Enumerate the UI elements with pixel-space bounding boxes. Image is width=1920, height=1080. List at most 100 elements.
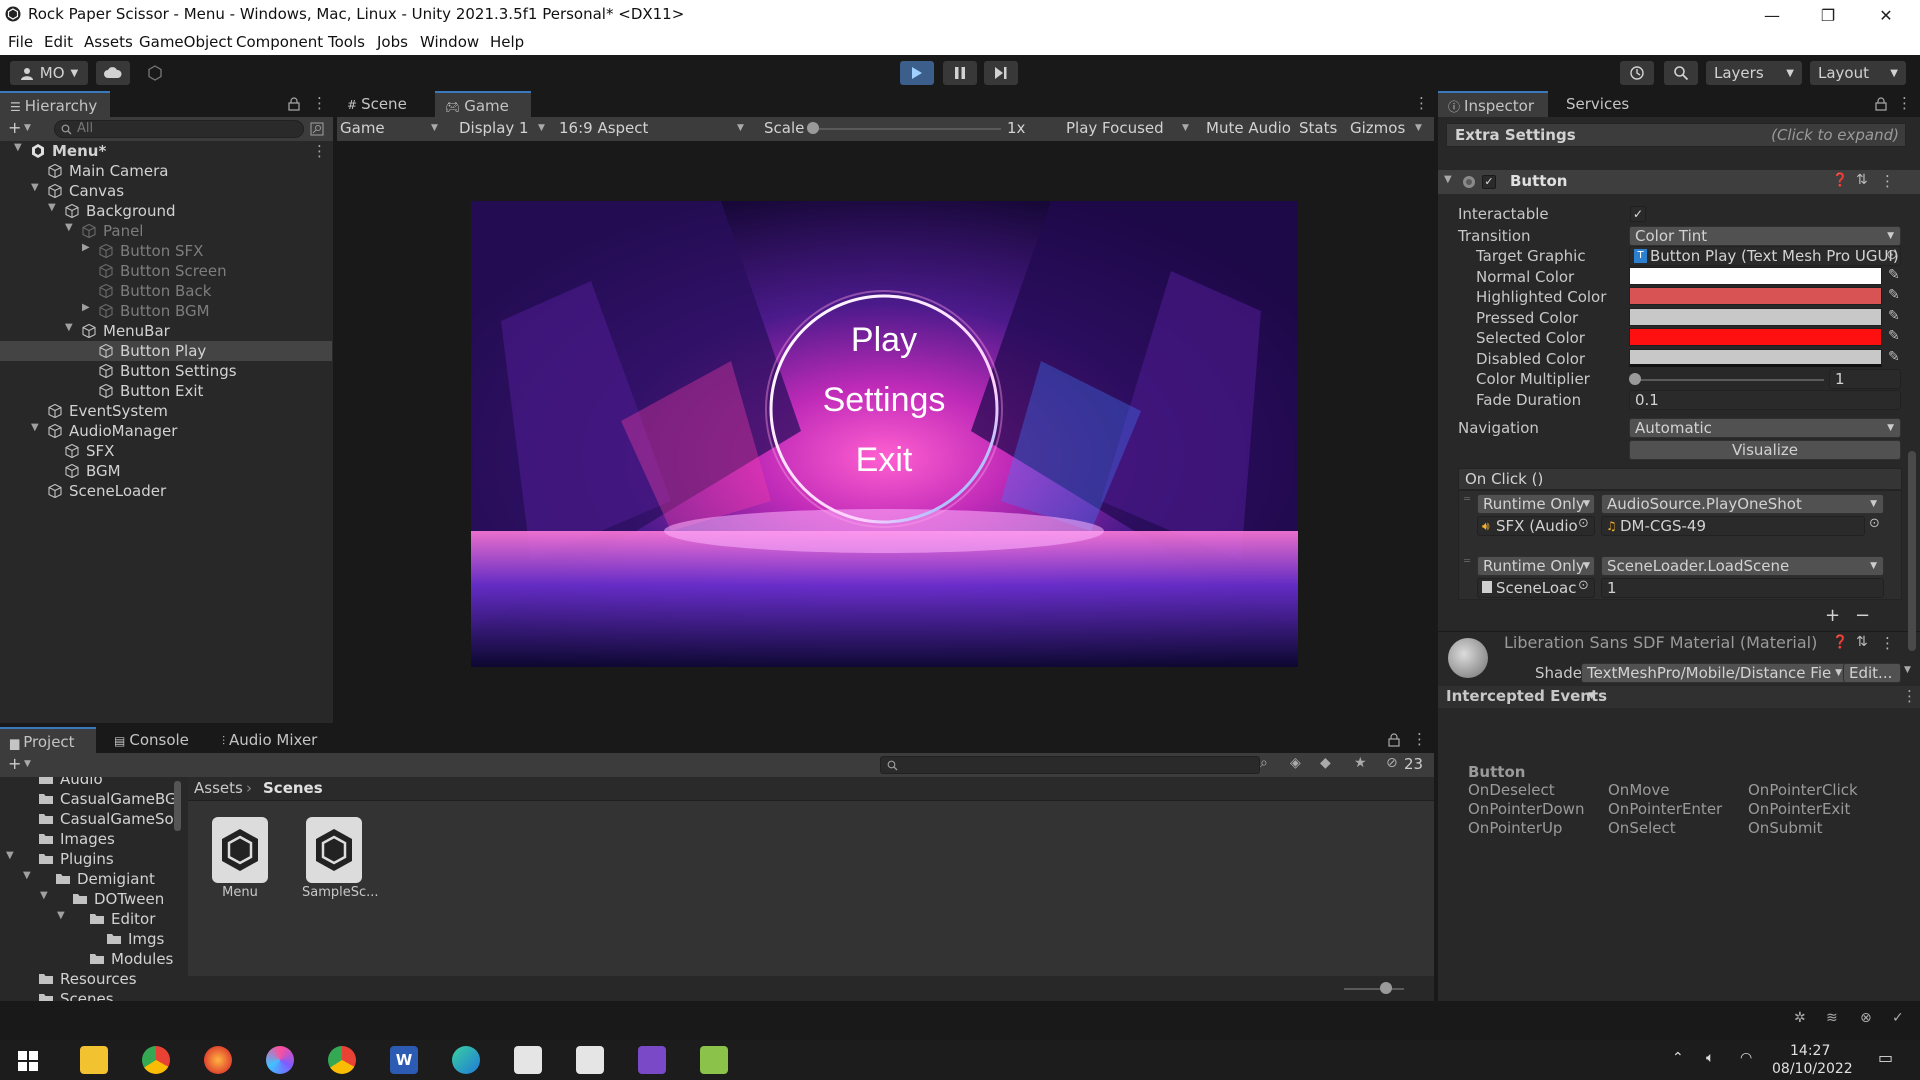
tab-project[interactable]: ▆ Project bbox=[0, 727, 96, 753]
stats-toggle[interactable]: Stats bbox=[1299, 119, 1337, 137]
edge-icon[interactable] bbox=[452, 1046, 480, 1074]
more-options-icon[interactable]: ⋮ bbox=[1414, 94, 1429, 112]
folder-item[interactable]: CasualGameBG bbox=[0, 789, 177, 809]
hierarchy-item[interactable]: ▼ Panel bbox=[0, 221, 332, 241]
function-dropdown[interactable]: SceneLoader.LoadScene ▼ bbox=[1601, 556, 1884, 576]
step-button[interactable] bbox=[984, 61, 1018, 85]
fade-duration-field[interactable]: 0.1 bbox=[1629, 390, 1901, 410]
menu-edit[interactable]: Edit bbox=[44, 33, 73, 51]
folder-tree-scrollbar[interactable] bbox=[174, 781, 181, 831]
hierarchy-item[interactable]: Button Exit bbox=[0, 381, 332, 401]
hierarchy-search-input[interactable]: All bbox=[54, 120, 304, 138]
component-enabled-checkbox[interactable]: ✓ bbox=[1482, 175, 1496, 189]
search-scope-icon[interactable]: ⌕ bbox=[1260, 755, 1268, 771]
hierarchy-item[interactable]: EventSystem bbox=[0, 401, 332, 421]
display-dropdown[interactable]: Display 1 bbox=[459, 119, 529, 137]
folder-item[interactable]: ▼ Plugins bbox=[0, 849, 172, 869]
color-multiplier-thumb[interactable] bbox=[1629, 373, 1641, 385]
scene-index-field[interactable]: 1 bbox=[1601, 578, 1884, 598]
unity-editor-icon[interactable] bbox=[576, 1046, 604, 1074]
clock-time[interactable]: 14:27 bbox=[1790, 1043, 1830, 1059]
chevron-down-icon[interactable]: ▼ bbox=[1444, 174, 1452, 185]
hierarchy-item[interactable]: ▶ Button BGM bbox=[0, 301, 332, 321]
menu-exit-button[interactable]: Exit bbox=[784, 441, 984, 501]
account-button[interactable]: MO ▼ bbox=[10, 61, 88, 85]
unity-hub-icon[interactable] bbox=[514, 1046, 542, 1074]
interactable-checkbox[interactable]: ✓ bbox=[1630, 206, 1646, 222]
check-circle-icon[interactable]: ✓ bbox=[1892, 1010, 1904, 1026]
eyedropper-icon[interactable]: ✎ bbox=[1888, 328, 1904, 344]
hierarchy-item[interactable]: ▼ Menu* ⋮ bbox=[0, 141, 332, 161]
search-scope-icon[interactable] bbox=[310, 122, 324, 136]
expand-arrow-icon[interactable]: ▼ bbox=[14, 142, 22, 153]
windows-start-icon[interactable] bbox=[18, 1051, 38, 1071]
more-options-icon[interactable]: ⋮ bbox=[1897, 94, 1912, 112]
menu-tools[interactable]: Tools bbox=[328, 33, 365, 51]
lock-icon[interactable] bbox=[288, 97, 300, 111]
lock-icon[interactable] bbox=[1875, 97, 1887, 111]
mute-audio-toggle[interactable]: Mute Audio bbox=[1206, 119, 1291, 137]
expand-arrow-icon[interactable]: ▼ bbox=[31, 182, 39, 193]
more-options-icon[interactable]: ⋮ bbox=[312, 142, 327, 160]
tab-hierarchy[interactable]: ☰ Hierarchy bbox=[0, 91, 110, 117]
expand-arrow-icon[interactable]: ▼ bbox=[23, 870, 31, 881]
eyedropper-icon[interactable]: ✎ bbox=[1888, 267, 1904, 283]
runtime-mode-dropdown[interactable]: Runtime Only ▼ bbox=[1477, 494, 1595, 514]
chevron-down-icon[interactable]: ▼ bbox=[24, 759, 31, 769]
hierarchy-item[interactable]: SceneLoader bbox=[0, 481, 332, 501]
color-multiplier-field[interactable]: 1 bbox=[1829, 369, 1901, 389]
color-multiplier-slider[interactable] bbox=[1634, 379, 1824, 381]
extra-settings-bar[interactable]: Extra Settings (Click to expand) bbox=[1446, 123, 1906, 147]
drag-handle-icon[interactable]: ═ bbox=[1464, 556, 1470, 567]
pause-button[interactable] bbox=[943, 61, 977, 85]
intercepted-events-header[interactable]: Intercepted Events ▼ ⋮ bbox=[1438, 686, 1920, 708]
folder-item[interactable]: ▼ Demigiant bbox=[0, 869, 172, 889]
folder-item[interactable]: Audio bbox=[0, 777, 172, 789]
more-options-icon[interactable]: ⋮ bbox=[312, 94, 327, 112]
chevron-down-icon[interactable]: ▼ bbox=[1415, 123, 1422, 133]
expand-arrow-icon[interactable]: ▼ bbox=[65, 322, 73, 333]
object-picker-icon[interactable]: ⊙ bbox=[1578, 578, 1589, 593]
hierarchy-item[interactable]: BGM bbox=[0, 461, 332, 481]
more-options-icon[interactable]: ⋮ bbox=[1880, 634, 1895, 652]
tab-console[interactable]: ▤ Console bbox=[104, 727, 204, 753]
shader-dropdown[interactable]: TextMeshPro/Mobile/Distance Fie ▼ bbox=[1581, 663, 1847, 683]
minimize-button[interactable]: — bbox=[1744, 0, 1800, 30]
layout-dropdown[interactable]: Layout ▼ bbox=[1810, 61, 1906, 85]
object-picker-icon[interactable]: ⊙ bbox=[1869, 516, 1880, 531]
cloud-button[interactable] bbox=[96, 61, 130, 85]
presets-icon[interactable]: ⇅ bbox=[1856, 634, 1868, 650]
visual-studio-icon[interactable] bbox=[638, 1046, 666, 1074]
transition-dropdown[interactable]: Color Tint ▼ bbox=[1629, 226, 1901, 246]
eyedropper-icon[interactable]: ✎ bbox=[1888, 349, 1904, 365]
expand-arrow-icon[interactable]: ▼ bbox=[40, 890, 48, 901]
object-picker-icon[interactable]: ⊙ bbox=[1578, 516, 1589, 531]
play-focused-dropdown[interactable]: Play Focused bbox=[1066, 119, 1164, 137]
file-explorer-icon[interactable] bbox=[80, 1046, 108, 1074]
asset-item[interactable]: SampleSc... bbox=[302, 815, 379, 907]
icon-size-slider[interactable] bbox=[1344, 988, 1404, 990]
wifi-icon[interactable]: ◠ bbox=[1740, 1050, 1752, 1066]
aspect-dropdown[interactable]: 16:9 Aspect bbox=[559, 119, 648, 137]
more-options-icon[interactable]: ⋮ bbox=[1902, 687, 1917, 705]
folder-item[interactable]: Imgs bbox=[0, 929, 172, 949]
clock-date[interactable]: 08/10/2022 bbox=[1772, 1061, 1853, 1077]
notification-icon[interactable]: ▭ bbox=[1878, 1048, 1893, 1067]
breadcrumb-assets[interactable]: Assets bbox=[194, 779, 243, 797]
folder-item[interactable]: Modules bbox=[0, 949, 173, 969]
folder-item[interactable]: CasualGameSo bbox=[0, 809, 174, 829]
chrome-icon[interactable] bbox=[142, 1046, 170, 1074]
auto-generate-icon[interactable]: ⊗ bbox=[1860, 1010, 1872, 1026]
disabled-color-swatch[interactable] bbox=[1629, 349, 1882, 367]
navigation-dropdown[interactable]: Automatic ▼ bbox=[1629, 418, 1901, 438]
chrome-icon[interactable] bbox=[328, 1046, 356, 1074]
firefox-icon[interactable] bbox=[204, 1046, 232, 1074]
argument-field[interactable]: ♫ DM-CGS-49 bbox=[1601, 516, 1865, 536]
hierarchy-item[interactable]: Button Settings bbox=[0, 361, 332, 381]
object-picker-icon[interactable]: ⊙ bbox=[1886, 247, 1898, 263]
presets-icon[interactable]: ⇅ bbox=[1856, 172, 1868, 188]
add-event-button[interactable]: + bbox=[1825, 605, 1840, 626]
layers-dropdown[interactable]: Layers ▼ bbox=[1706, 61, 1802, 85]
expand-arrow-icon[interactable]: ▼ bbox=[65, 222, 73, 233]
hidden-packages-icon[interactable]: ⊘ bbox=[1386, 755, 1398, 771]
